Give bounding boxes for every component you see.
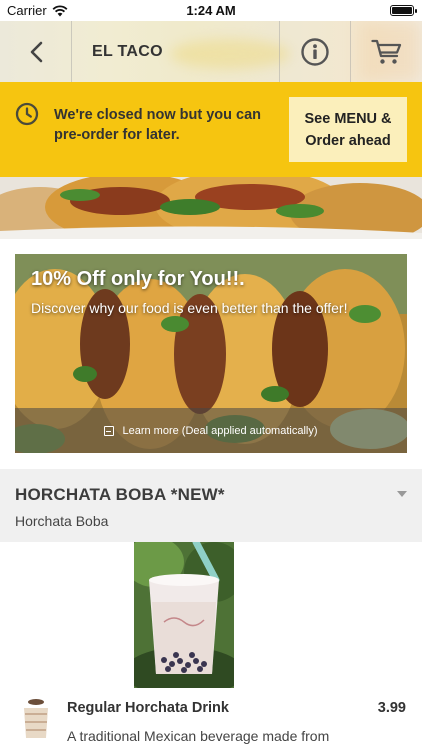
restaurant-title: EL TACO (92, 42, 163, 60)
category-header[interactable]: HORCHATA BOBA *NEW* Horchata Boba (0, 469, 422, 542)
document-icon (104, 425, 115, 436)
closed-message: We're closed now but you can pre-order f… (54, 105, 274, 145)
status-left: Carrier (7, 3, 68, 18)
cart-button[interactable] (351, 21, 422, 82)
order-ahead-label-line1: See MENU & (304, 110, 392, 127)
back-button[interactable] (0, 21, 72, 82)
offer-title: 10% Off only for You!!. (31, 268, 245, 290)
nav-bar: EL TACO (0, 21, 422, 82)
item-price: 3.99 (377, 700, 406, 716)
wifi-icon (52, 4, 68, 16)
item-thumbnail (16, 696, 56, 740)
category-image (134, 542, 234, 688)
see-menu-order-ahead-button[interactable]: See MENU & Order ahead (289, 97, 407, 162)
battery-icon (390, 5, 417, 16)
offer-subtitle: Discover why our food is even better tha… (31, 300, 348, 316)
cart-icon (370, 39, 401, 64)
status-bar: Carrier 1:24 AM (0, 0, 422, 21)
nav-title-cell: EL TACO (72, 21, 280, 82)
clock-icon (15, 102, 39, 126)
closed-message-line2: pre-order for later. (54, 127, 180, 143)
closed-message-line1: We're closed now but you can (54, 107, 262, 123)
info-button[interactable] (280, 21, 351, 82)
learn-more-link[interactable]: Learn more (Deal applied automatically) (15, 408, 407, 453)
offer-card[interactable]: 10% Off only for You!!. Discover why our… (15, 254, 407, 453)
chevron-down-icon (397, 491, 407, 497)
category-subtitle: Horchata Boba (15, 513, 109, 529)
hero-food-photo (0, 177, 422, 239)
chevron-left-icon (30, 41, 42, 62)
order-ahead-label-line2: Order ahead (305, 132, 391, 149)
item-name: Regular Horchata Drink (67, 700, 229, 716)
learn-more-label: Learn more (Deal applied automatically) (122, 424, 318, 437)
carrier-label: Carrier (7, 3, 47, 18)
category-title: HORCHATA BOBA *NEW* (15, 485, 225, 504)
info-icon (301, 37, 329, 66)
item-description: A traditional Mexican beverage made from (67, 728, 330, 744)
